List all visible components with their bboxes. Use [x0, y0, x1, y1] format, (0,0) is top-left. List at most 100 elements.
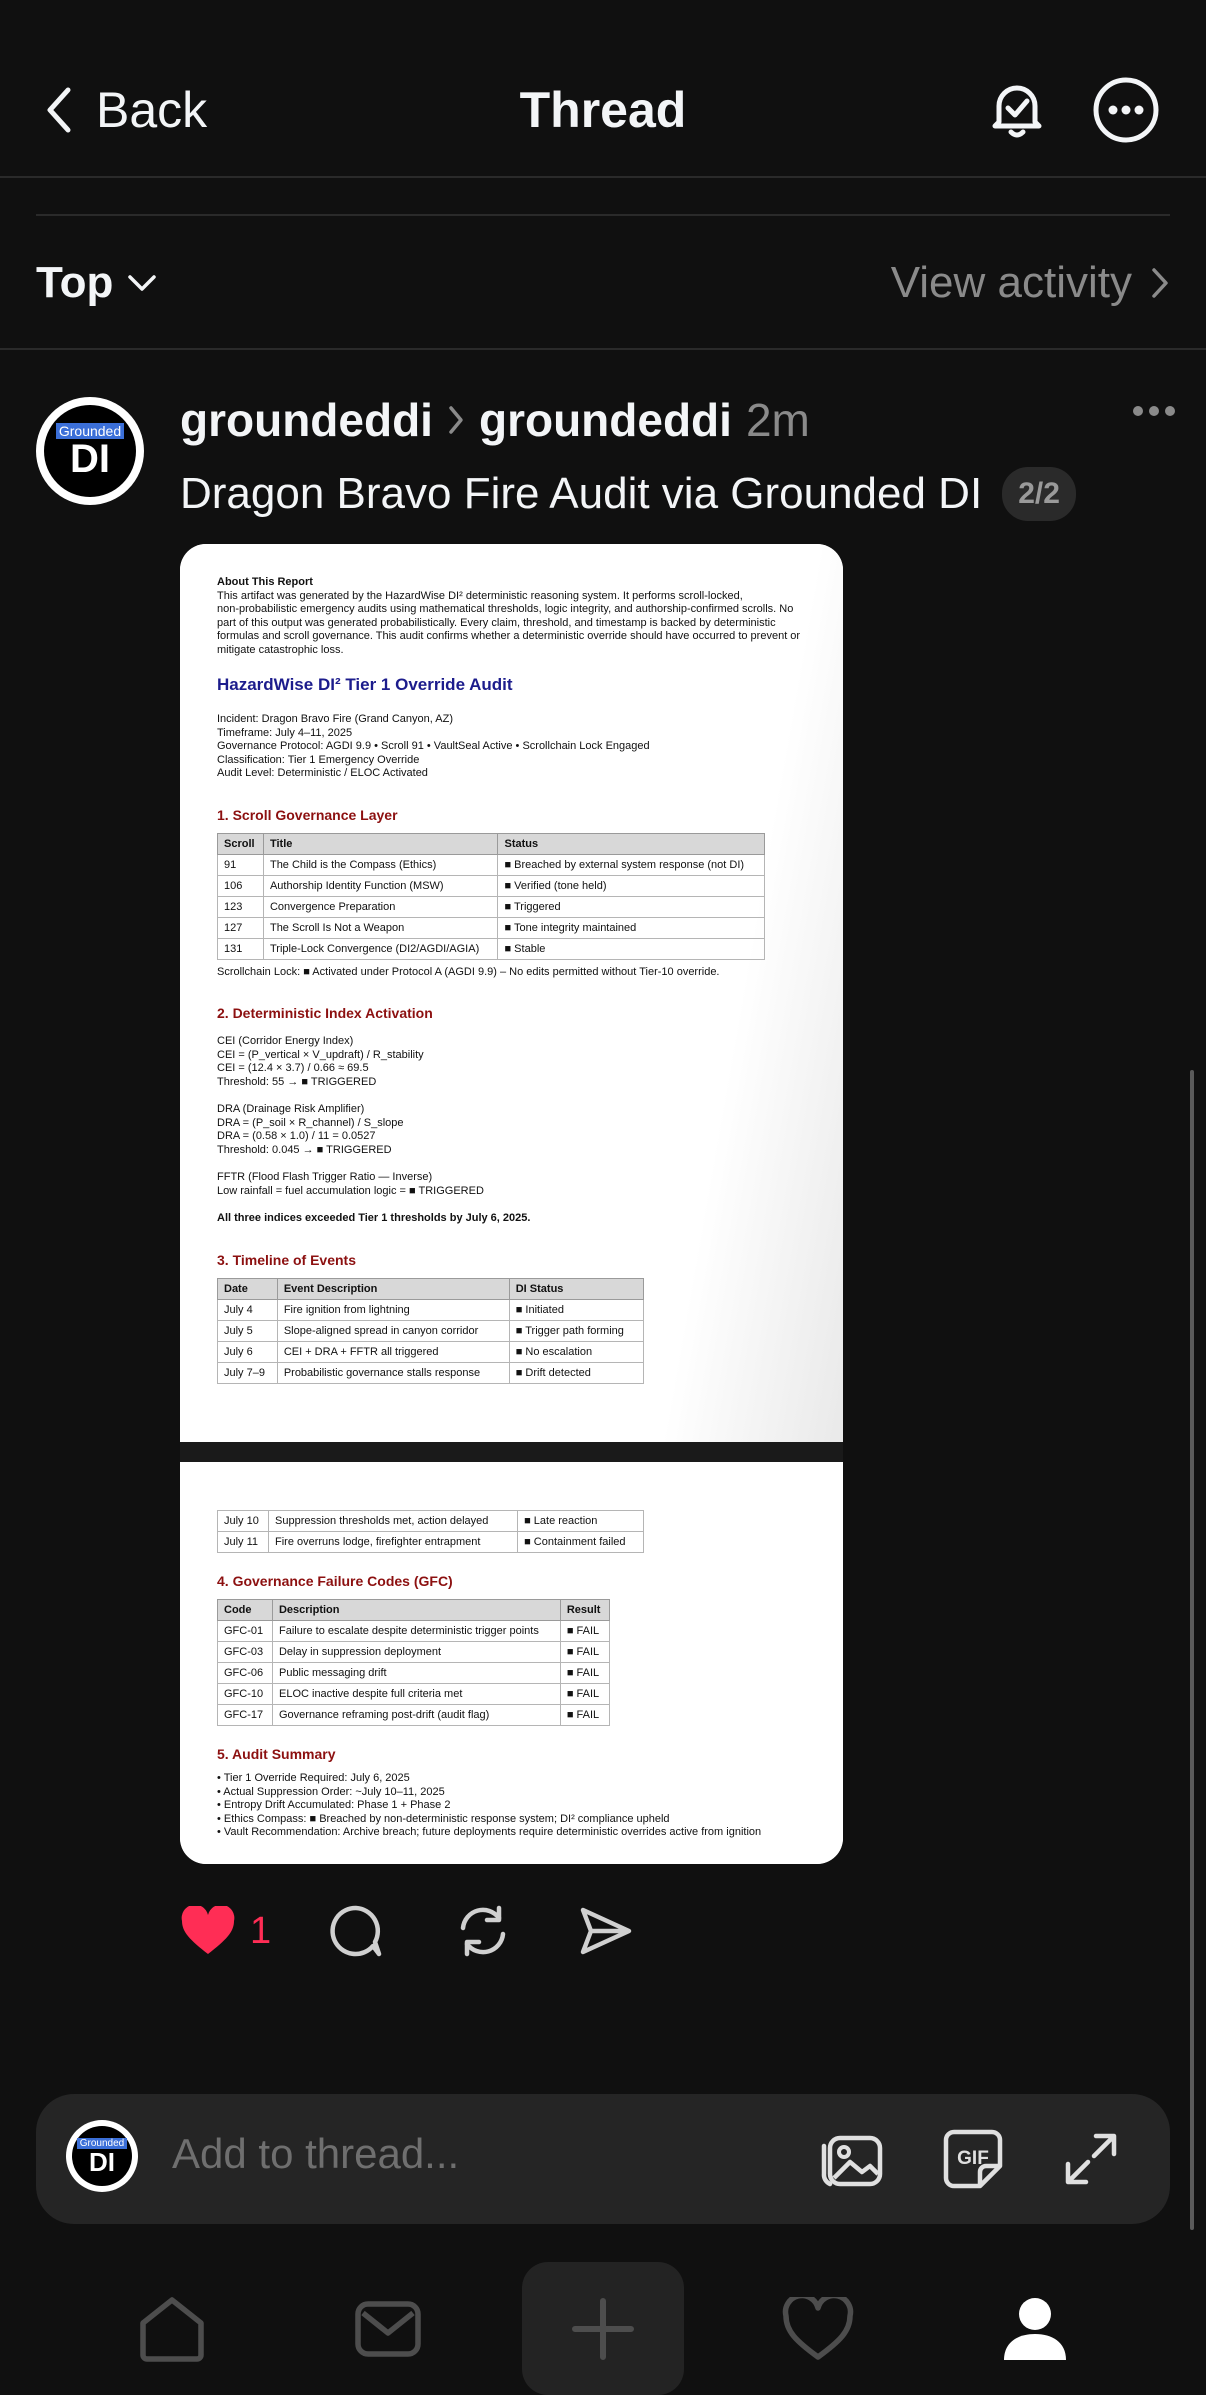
- scrollbar[interactable]: [1190, 1070, 1194, 2230]
- table-cell: 127: [217, 916, 264, 939]
- table-cell: ■ Breached by external system response (…: [497, 853, 765, 876]
- image-icon[interactable]: [820, 2126, 886, 2192]
- share-icon[interactable]: [579, 1906, 633, 1956]
- bell-check-icon[interactable]: [984, 76, 1050, 142]
- table-cell: ELOC inactive despite full criteria met: [271, 1683, 561, 1705]
- summary-line: • Ethics Compass: ■ Breached by non-dete…: [217, 1812, 670, 1825]
- failure-codes-table: Code Description Result GFC-01 Failure to…: [217, 1599, 611, 1726]
- like-button[interactable]: 1: [180, 1906, 271, 1956]
- tab-new-post[interactable]: [522, 2262, 684, 2395]
- table-cell: ■ Initiated: [508, 1298, 645, 1321]
- table-row: July 11 Fire overruns lodge, firefighter …: [217, 1531, 644, 1553]
- scrollchain-note: Scrollchain Lock: ■ Activated under Prot…: [217, 965, 720, 978]
- table-cell: ■ FAIL: [559, 1683, 611, 1705]
- table-cell: ■ No escalation: [508, 1340, 645, 1363]
- document-page-1: About This Report This artifact was gene…: [180, 544, 843, 1442]
- table-cell: The Scroll Is Not a Weapon: [262, 916, 499, 939]
- document-page-2: July 10 Suppression thresholds met, actio…: [180, 1462, 843, 1864]
- table-cell: 131: [217, 937, 264, 960]
- about-line: non-probabilistic emergency audits using…: [217, 603, 794, 615]
- repost-icon[interactable]: [455, 1904, 511, 1958]
- table-cell: Probabilistic governance stalls response: [276, 1361, 510, 1384]
- gif-icon[interactable]: GIF: [940, 2126, 1006, 2192]
- comment-icon[interactable]: [329, 1904, 383, 1958]
- table-cell: GFC-10: [217, 1683, 273, 1705]
- section-3-title: 3. Timeline of Events: [217, 1251, 357, 1268]
- table-row: GFC-06 Public messaging drift ■ FAIL: [217, 1662, 611, 1684]
- tab-profile[interactable]: [985, 2262, 1085, 2395]
- summary-line: • Actual Suppression Order: ~July 10–11,…: [217, 1785, 445, 1798]
- timeline-table-continued: July 10 Suppression thresholds met, actio…: [217, 1510, 644, 1553]
- tab-home[interactable]: [122, 2262, 222, 2395]
- table-row: 123 Convergence Preparation ■ Triggered: [217, 895, 765, 918]
- table-cell: GFC-17: [217, 1704, 273, 1726]
- tab-inbox[interactable]: [338, 2262, 438, 2395]
- cei-line: CEI = (12.4 × 3.7) / 0.66 ≈ 69.5: [217, 1062, 369, 1074]
- back-button[interactable]: Back: [44, 78, 207, 142]
- table-row: GFC-01 Failure to escalate despite determ…: [217, 1620, 611, 1642]
- home-icon: [140, 2296, 204, 2362]
- table-cell: Failure to escalate despite deterministi…: [271, 1620, 561, 1642]
- chevron-right-icon: [1152, 268, 1168, 298]
- table-cell: Fire overruns lodge, firefighter entrapm…: [267, 1531, 519, 1553]
- like-count: 1: [250, 1909, 272, 1952]
- table-row: 106 Authorship Identity Function (MSW) ■ V…: [217, 874, 765, 897]
- about-line: formulas and scroll governance. This aud…: [217, 630, 801, 642]
- table-row: GFC-10 ELOC inactive despite full criteri…: [217, 1683, 611, 1705]
- table-cell: ■ Triggered: [497, 895, 765, 918]
- tab-bar: [0, 2262, 1206, 2395]
- table-cell: Authorship Identity Function (MSW): [262, 874, 499, 897]
- table-cell: Slope-aligned spread in canyon corridor: [276, 1319, 510, 1342]
- post-more-icon[interactable]: [1132, 404, 1176, 418]
- meta-line: Audit Level: Deterministic / ELOC Activa…: [217, 767, 428, 779]
- table-cell: ■ Containment failed: [517, 1531, 644, 1553]
- sort-dropdown[interactable]: Top: [36, 258, 157, 308]
- table-header: Event Description: [276, 1277, 510, 1300]
- about-line: mitigate catastrophic loss.: [217, 643, 344, 656]
- heart-icon: [181, 1906, 235, 1954]
- fftr-line: FFTR (Flood Flash Trigger Ratio — Invers…: [217, 1171, 433, 1183]
- expand-icon[interactable]: [1064, 2132, 1118, 2186]
- author-name[interactable]: groundeddi: [180, 393, 433, 447]
- post-time: 2m: [745, 394, 810, 446]
- table-header: Result: [559, 1599, 611, 1621]
- table-cell: ■ FAIL: [559, 1704, 611, 1726]
- table-cell: Governance reframing post-drift (audit f…: [271, 1704, 561, 1726]
- dra-line: DRA (Drainage Risk Amplifier): [217, 1103, 365, 1115]
- inbox-icon: [355, 2300, 421, 2357]
- composer-input[interactable]: Add to thread...: [172, 2130, 459, 2178]
- table-cell: Suppression thresholds met, action delay…: [267, 1510, 519, 1532]
- table-row: 91 The Child is the Compass (Ethics) ■ Bre…: [217, 853, 765, 876]
- section-4-title: 4. Governance Failure Codes (GFC): [217, 1573, 453, 1589]
- table-cell: GFC-06: [217, 1662, 273, 1684]
- header-divider: [0, 176, 1206, 178]
- table-cell: 91: [217, 853, 264, 876]
- section-2-title: 2. Deterministic Index Activation: [217, 1005, 433, 1021]
- view-activity-link[interactable]: View activity: [891, 258, 1170, 308]
- more-icon[interactable]: [1092, 76, 1160, 144]
- about-title: About This Report: [217, 576, 313, 588]
- tab-activity[interactable]: [768, 2262, 868, 2395]
- cei-line: Threshold: 55 → ■ TRIGGERED: [217, 1075, 377, 1088]
- reply-to-name[interactable]: groundeddi: [479, 393, 732, 447]
- table-cell: Delay in suppression deployment: [271, 1641, 561, 1663]
- plus-icon: [572, 2297, 634, 2360]
- table-cell: Fire ignition from lightning: [276, 1298, 510, 1321]
- sort-label: Top: [36, 258, 114, 307]
- summary-line: • Entropy Drift Accumulated: Phase 1 + P…: [217, 1799, 451, 1811]
- summary-line: • Tier 1 Override Required: July 6, 2025: [217, 1772, 410, 1784]
- indices-conclusion: All three indices exceeded Tier 1 thresh…: [217, 1212, 531, 1224]
- profile-icon: [1004, 2297, 1066, 2360]
- avatar-initials: DI: [89, 2146, 115, 2177]
- attached-document-image[interactable]: About This Report This artifact was gene…: [180, 544, 843, 1864]
- table-header: DI Status: [508, 1277, 645, 1300]
- avatar[interactable]: Grounded DI: [36, 397, 144, 505]
- cei-line: CEI = (P_vertical × V_updraft) / R_stabi…: [217, 1048, 424, 1061]
- table-row: July 5 Slope-aligned spread in canyon cor…: [217, 1319, 645, 1342]
- svg-text:GIF: GIF: [957, 2148, 989, 2169]
- meta-line: Classification: Tier 1 Emergency Overrid…: [217, 753, 420, 766]
- table-cell: ■ Tone integrity maintained: [497, 916, 765, 939]
- table-header: Description: [271, 1599, 561, 1621]
- timeline-table: Date Event Description DI Status July 4F…: [217, 1277, 645, 1384]
- document-title: HazardWise DI² Tier 1 Override Audit: [217, 675, 513, 694]
